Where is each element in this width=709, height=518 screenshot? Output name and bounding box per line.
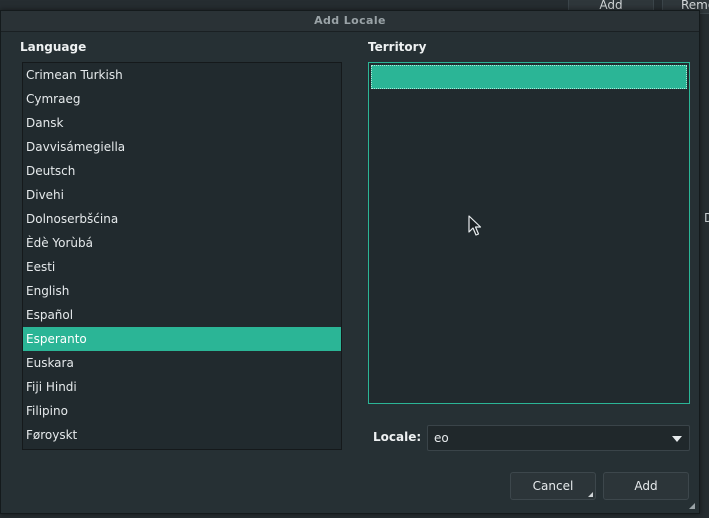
resize-grip-icon[interactable] — [689, 503, 695, 509]
language-list-item[interactable]: English — [23, 279, 341, 303]
language-list-item[interactable]: Deutsch — [23, 159, 341, 183]
language-list-item[interactable]: Euskara — [23, 351, 341, 375]
language-list-item[interactable]: Davvisámegiella — [23, 135, 341, 159]
language-list-item[interactable]: Español — [23, 303, 341, 327]
corner-indicator-icon — [588, 492, 593, 497]
add-button[interactable]: Add — [603, 472, 689, 500]
add-button-label: Add — [634, 479, 658, 493]
language-list-item[interactable]: Crimean Turkish — [23, 63, 341, 87]
language-label: Language — [20, 40, 87, 54]
language-list[interactable]: Crimean Turkish Cymraeg Dansk Davvisámegiel… — [22, 62, 342, 450]
locale-value: eo — [434, 431, 449, 445]
language-list-item-selected[interactable]: Esperanto — [23, 327, 341, 351]
language-list-item[interactable]: Dolnoserbšćina — [23, 207, 341, 231]
add-locale-dialog: Add Locale Language Territory Crimean Tu… — [0, 10, 700, 514]
language-list-item[interactable]: Fiji Hindi — [23, 375, 341, 399]
chevron-down-icon[interactable] — [672, 436, 682, 442]
locale-label: Locale: — [373, 430, 422, 444]
dialog-titlebar[interactable]: Add Locale — [1, 11, 699, 32]
language-list-item[interactable]: Dansk — [23, 111, 341, 135]
dialog-title: Add Locale — [314, 14, 386, 27]
cancel-button-label: Cancel — [532, 479, 574, 493]
territory-list[interactable] — [368, 62, 690, 404]
language-list-item[interactable]: Eesti — [23, 255, 341, 279]
language-list-item[interactable]: Cymraeg — [23, 87, 341, 111]
language-list-item[interactable]: Divehi — [23, 183, 341, 207]
territory-list-item-selected[interactable] — [371, 65, 687, 89]
background-partial-text: D — [704, 211, 709, 225]
cancel-button[interactable]: Cancel — [510, 472, 596, 500]
mouse-pointer-icon — [468, 215, 482, 236]
language-list-item[interactable]: Èdè Yorùbá — [23, 231, 341, 255]
language-list-item[interactable]: Føroyskt — [23, 423, 341, 447]
locale-combobox[interactable]: eo — [427, 425, 690, 451]
territory-label: Territory — [368, 40, 427, 54]
language-list-item[interactable]: Filipino — [23, 399, 341, 423]
